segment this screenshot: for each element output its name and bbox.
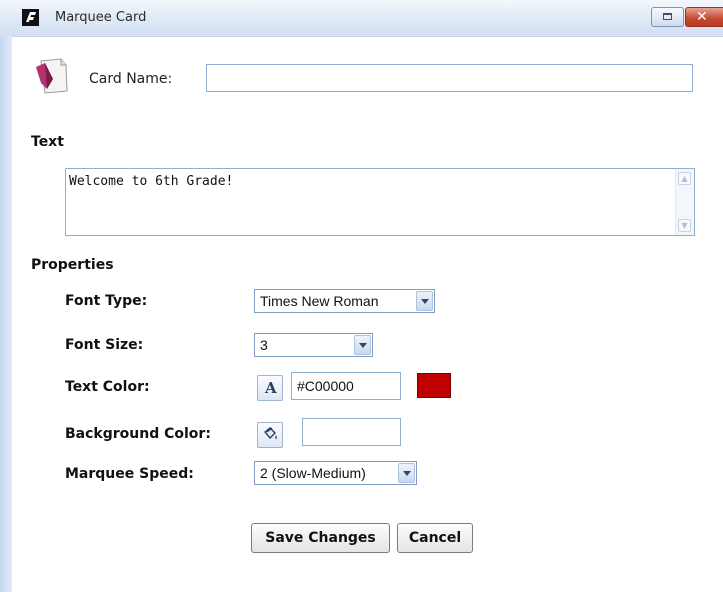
text-color-label: Text Color: bbox=[65, 379, 150, 395]
font-color-icon: A bbox=[265, 379, 277, 397]
font-type-label: Font Type: bbox=[65, 293, 148, 309]
marquee-text-value: Welcome to 6th Grade! bbox=[69, 174, 234, 189]
save-changes-button[interactable]: Save Changes bbox=[251, 523, 390, 553]
card-name-input[interactable] bbox=[206, 64, 693, 92]
restore-icon bbox=[663, 13, 672, 20]
title-bar: Marquee Card ✕ bbox=[0, 0, 723, 37]
text-color-picker-button[interactable]: A bbox=[257, 375, 283, 401]
font-size-value: 3 bbox=[260, 337, 268, 353]
close-icon: ✕ bbox=[696, 9, 708, 25]
card-icon bbox=[36, 58, 68, 94]
font-type-select[interactable]: Times New Roman bbox=[254, 289, 435, 313]
restore-button[interactable] bbox=[651, 7, 684, 27]
scroll-down-icon[interactable]: ▼ bbox=[678, 219, 691, 232]
close-button[interactable]: ✕ bbox=[685, 7, 723, 27]
chevron-down-icon bbox=[398, 463, 415, 483]
text-scrollbar[interactable]: ▲ ▼ bbox=[675, 169, 694, 235]
app-logo-icon bbox=[22, 9, 39, 26]
text-section-heading: Text bbox=[31, 134, 64, 150]
scroll-up-icon[interactable]: ▲ bbox=[678, 172, 691, 185]
font-type-value: Times New Roman bbox=[260, 293, 379, 309]
background-color-label: Background Color: bbox=[65, 426, 211, 442]
window-left-border bbox=[0, 36, 12, 592]
text-color-swatch[interactable] bbox=[417, 373, 451, 398]
background-color-picker-button[interactable] bbox=[257, 422, 283, 448]
card-name-label: Card Name: bbox=[89, 71, 173, 87]
window-title: Marquee Card bbox=[55, 10, 147, 25]
font-size-label: Font Size: bbox=[65, 337, 144, 353]
marquee-speed-value: 2 (Slow-Medium) bbox=[260, 465, 366, 481]
marquee-card-window: Marquee Card ✕ Card Name: Text Welcome t… bbox=[0, 0, 723, 592]
paint-bucket-icon bbox=[264, 427, 277, 440]
chevron-down-icon bbox=[416, 291, 433, 311]
chevron-down-icon bbox=[354, 335, 371, 355]
marquee-speed-label: Marquee Speed: bbox=[65, 466, 194, 482]
marquee-speed-select[interactable]: 2 (Slow-Medium) bbox=[254, 461, 417, 485]
properties-heading: Properties bbox=[31, 257, 114, 273]
cancel-button[interactable]: Cancel bbox=[397, 523, 473, 553]
font-size-select[interactable]: 3 bbox=[254, 333, 373, 357]
text-color-input[interactable]: #C00000 bbox=[291, 372, 401, 400]
background-color-input[interactable] bbox=[302, 418, 401, 446]
marquee-text-area[interactable]: Welcome to 6th Grade! ▲ ▼ bbox=[65, 168, 695, 236]
